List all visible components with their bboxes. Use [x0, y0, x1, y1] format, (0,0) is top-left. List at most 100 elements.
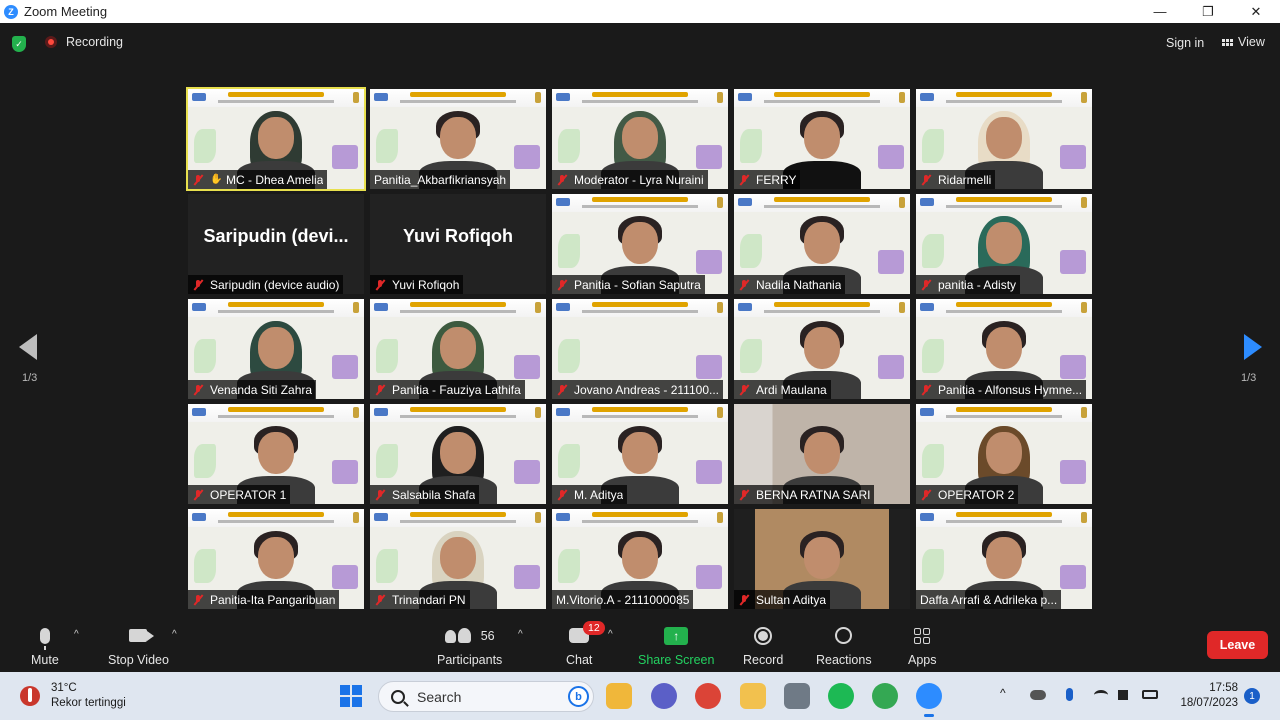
participant-tile[interactable]: Ardi Maulana	[734, 299, 910, 399]
stop-video-button[interactable]: Stop Video	[108, 619, 169, 667]
seminar-banner-background	[370, 299, 546, 317]
participant-tile[interactable]: Trinandari PN	[370, 509, 546, 609]
record-button[interactable]: Record	[743, 619, 783, 667]
maximize-button[interactable]: ❐	[1184, 0, 1232, 23]
audio-options-caret-icon[interactable]: ^	[74, 629, 79, 640]
chat-caret-icon[interactable]: ^	[608, 629, 613, 640]
participant-name: Salsabila Shafa	[392, 487, 476, 502]
microphone-in-use-icon[interactable]	[1066, 688, 1073, 701]
battery-icon[interactable]	[1142, 690, 1158, 699]
seminar-banner-background	[188, 299, 364, 317]
seminar-banner-background	[552, 299, 728, 317]
recording-dot-icon	[45, 36, 57, 48]
participant-tile[interactable]: OPERATOR 1	[188, 404, 364, 504]
meeting-toolbar: Mute ^ Stop Video ^ 56 Participants ^ Ch…	[0, 619, 1280, 672]
minimize-button[interactable]: —	[1136, 0, 1184, 23]
chrome-icon[interactable]	[695, 683, 721, 709]
participant-name: Venanda Siti Zahra	[210, 382, 313, 397]
video-options-caret-icon[interactable]: ^	[172, 629, 177, 640]
participant-tile[interactable]: Moderator - Lyra Nuraini	[552, 89, 728, 189]
participant-tile[interactable]: Panitia-Ita Pangaribuan	[188, 509, 364, 609]
weather-widget[interactable]: 31°C Rekor tertinggi	[20, 681, 126, 711]
participant-tile[interactable]: Panitia_Akbarfikriansyah	[370, 89, 546, 189]
participant-tile[interactable]: Yuvi Rofiqoh Yuvi Rofiqoh	[370, 194, 546, 294]
participant-tile[interactable]: BERNA RATNA SARI	[734, 404, 910, 504]
window-title: Zoom Meeting	[24, 4, 108, 19]
books-decoration	[878, 145, 904, 169]
recording-indicator[interactable]: Recording	[45, 35, 123, 49]
participants-caret-icon[interactable]: ^	[518, 629, 523, 640]
seminar-banner-background	[552, 509, 728, 527]
participant-name-label: Venanda Siti Zahra	[188, 380, 317, 399]
participant-name-label: Yuvi Rofiqoh	[370, 275, 464, 294]
bing-icon[interactable]: b	[568, 686, 589, 707]
participant-name: Ardi Maulana	[756, 382, 827, 397]
windows-start-icon[interactable]	[340, 685, 362, 707]
books-decoration	[696, 145, 722, 169]
speaker-icon[interactable]	[1118, 690, 1128, 700]
participant-tile[interactable]: Sultan Aditya	[734, 509, 910, 609]
taskbar-clock[interactable]: 17:58 18/07/2023	[1174, 681, 1238, 711]
books-decoration	[696, 355, 722, 379]
participant-tile[interactable]: Panitia - Alfonsus Hymne...	[916, 299, 1092, 399]
folder-icon[interactable]	[740, 683, 766, 709]
participants-button[interactable]: 56 Participants	[437, 619, 502, 667]
view-button[interactable]: View	[1222, 35, 1265, 49]
participant-tile[interactable]: Ridarmelli	[916, 89, 1092, 189]
participant-tile[interactable]: ✋ MC - Dhea Amelia	[186, 87, 366, 191]
participants-label: Participants	[437, 653, 503, 667]
notification-badge[interactable]: 1	[1244, 688, 1260, 704]
previous-page-arrow-icon[interactable]	[19, 334, 37, 360]
muted-microphone-icon	[556, 174, 568, 186]
participant-tile[interactable]: M. Aditya	[552, 404, 728, 504]
encryption-shield-icon[interactable]: ✓	[12, 36, 26, 52]
leave-button[interactable]: Leave	[1207, 631, 1268, 659]
muted-microphone-icon	[374, 279, 386, 291]
plant-decoration	[740, 234, 762, 268]
seminar-banner-background	[916, 404, 1092, 422]
settings-icon[interactable]	[784, 683, 810, 709]
participant-tile[interactable]: Daffa Arrafi & Adrileka p...	[916, 509, 1092, 609]
participant-tile[interactable]: Saripudin (devi... Saripudin (device audi…	[188, 194, 364, 294]
books-decoration	[1060, 460, 1086, 484]
participant-name: Trinandari PN	[392, 592, 466, 607]
sign-in-button[interactable]: Sign in	[1166, 36, 1204, 50]
participant-name-label: Ridarmelli	[916, 170, 996, 189]
onedrive-cloud-icon[interactable]	[1030, 690, 1046, 700]
books-decoration	[1060, 565, 1086, 589]
participant-tile[interactable]: panitia - Adisty	[916, 194, 1092, 294]
apps-button[interactable]: Apps	[908, 619, 937, 667]
books-decoration	[696, 460, 722, 484]
zoom-icon[interactable]	[916, 683, 942, 717]
participant-tile[interactable]: Venanda Siti Zahra	[188, 299, 364, 399]
plant-decoration	[922, 129, 944, 163]
plant-decoration	[376, 549, 398, 583]
close-button[interactable]: ✕	[1232, 0, 1280, 23]
record-label: Record	[743, 653, 784, 667]
participant-tile[interactable]: Salsabila Shafa	[370, 404, 546, 504]
seminar-banner-background	[552, 404, 728, 422]
participant-tile[interactable]: Panitia - Sofian Saputra	[552, 194, 728, 294]
clock-time: 17:58	[1209, 682, 1238, 694]
wifi-icon[interactable]	[1094, 690, 1108, 700]
file-explorer-icon[interactable]	[606, 683, 632, 709]
participant-tile[interactable]: Nadila Nathania	[734, 194, 910, 294]
muted-microphone-icon	[738, 384, 750, 396]
seminar-banner-background	[734, 194, 910, 212]
participant-name-label: OPERATOR 2	[916, 485, 1019, 504]
chrome-profile-icon[interactable]	[872, 683, 898, 709]
next-page-arrow-icon[interactable]	[1244, 334, 1262, 360]
reactions-button[interactable]: Reactions	[816, 619, 872, 667]
muted-microphone-icon	[556, 279, 568, 291]
tray-overflow-chevron-icon[interactable]: ^	[1000, 686, 1006, 700]
participant-tile[interactable]: Panitia - Fauziya Lathifa	[370, 299, 546, 399]
participant-tile[interactable]: FERRY	[734, 89, 910, 189]
participant-tile[interactable]: Jovano Andreas - 211100...	[552, 299, 728, 399]
spotify-icon[interactable]	[828, 683, 854, 709]
share-screen-button[interactable]: ↑ Share Screen	[638, 619, 714, 667]
taskbar-search[interactable]: Search b	[378, 681, 594, 712]
participant-tile[interactable]: OPERATOR 2	[916, 404, 1092, 504]
teams-icon[interactable]	[651, 683, 677, 709]
participant-tile[interactable]: M.Vitorio.A - 2111000085	[552, 509, 728, 609]
mute-button[interactable]: Mute	[31, 619, 59, 667]
